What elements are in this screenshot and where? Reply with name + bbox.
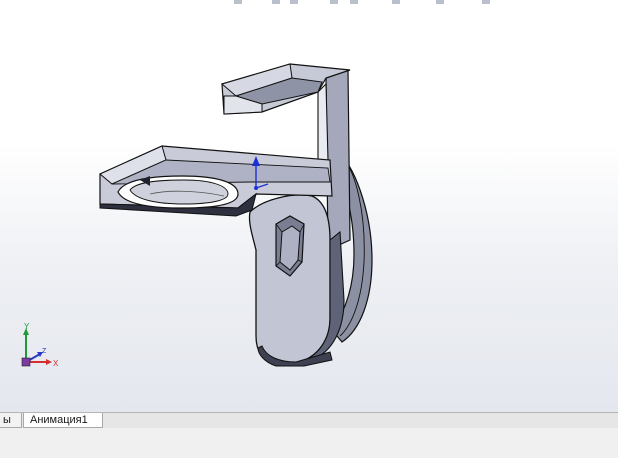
x-axis-label: X <box>53 359 59 368</box>
graphics-viewport[interactable]: Y X Z <box>0 0 618 412</box>
view-orientation-triad: Y X Z <box>21 322 59 368</box>
part-3d-model[interactable] <box>0 0 618 412</box>
tab-model[interactable]: ы <box>0 413 22 428</box>
y-axis-label: Y <box>24 322 30 331</box>
tab-animation1[interactable]: Анимация1 <box>23 413 103 428</box>
bottom-tab-bar: ы Анимация1 <box>0 412 618 429</box>
z-axis-label: Z <box>42 348 47 355</box>
status-bar <box>0 428 618 458</box>
